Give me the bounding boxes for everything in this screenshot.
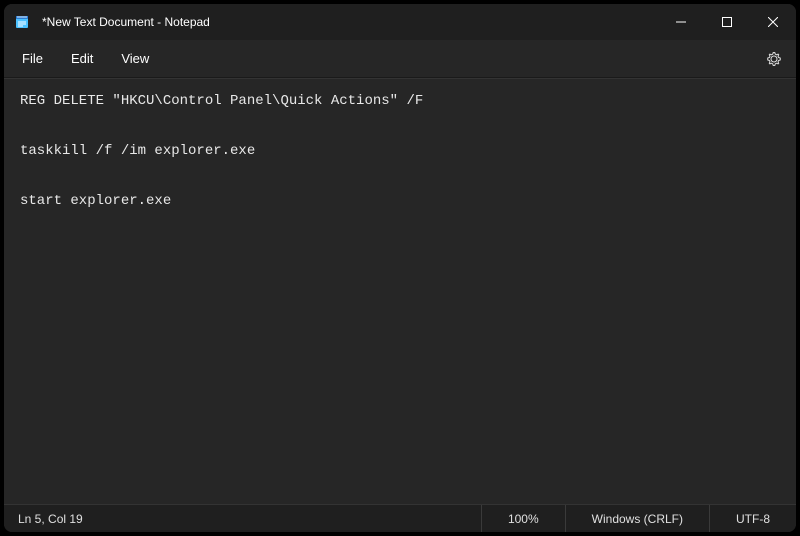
menu-view[interactable]: View bbox=[107, 45, 163, 72]
notepad-icon bbox=[14, 14, 30, 30]
close-button[interactable] bbox=[750, 4, 796, 40]
titlebar: *New Text Document - Notepad bbox=[4, 4, 796, 40]
menu-file[interactable]: File bbox=[8, 45, 57, 72]
maximize-button[interactable] bbox=[704, 4, 750, 40]
notepad-window: *New Text Document - Notepad File bbox=[4, 4, 796, 532]
status-line-ending[interactable]: Windows (CRLF) bbox=[565, 505, 709, 532]
status-cursor-position: Ln 5, Col 19 bbox=[4, 512, 481, 526]
status-zoom[interactable]: 100% bbox=[481, 505, 565, 532]
minimize-icon bbox=[676, 17, 686, 27]
window-title: *New Text Document - Notepad bbox=[42, 15, 658, 29]
window-controls bbox=[658, 4, 796, 40]
text-editor[interactable]: REG DELETE "HKCU\Control Panel\Quick Act… bbox=[4, 78, 796, 504]
gear-icon bbox=[766, 51, 782, 67]
status-encoding[interactable]: UTF-8 bbox=[709, 505, 796, 532]
menu-edit[interactable]: Edit bbox=[57, 45, 107, 72]
menubar: File Edit View bbox=[4, 40, 796, 78]
close-icon bbox=[768, 17, 778, 27]
maximize-icon bbox=[722, 17, 732, 27]
statusbar: Ln 5, Col 19 100% Windows (CRLF) UTF-8 bbox=[4, 504, 796, 532]
minimize-button[interactable] bbox=[658, 4, 704, 40]
settings-button[interactable] bbox=[756, 43, 792, 75]
